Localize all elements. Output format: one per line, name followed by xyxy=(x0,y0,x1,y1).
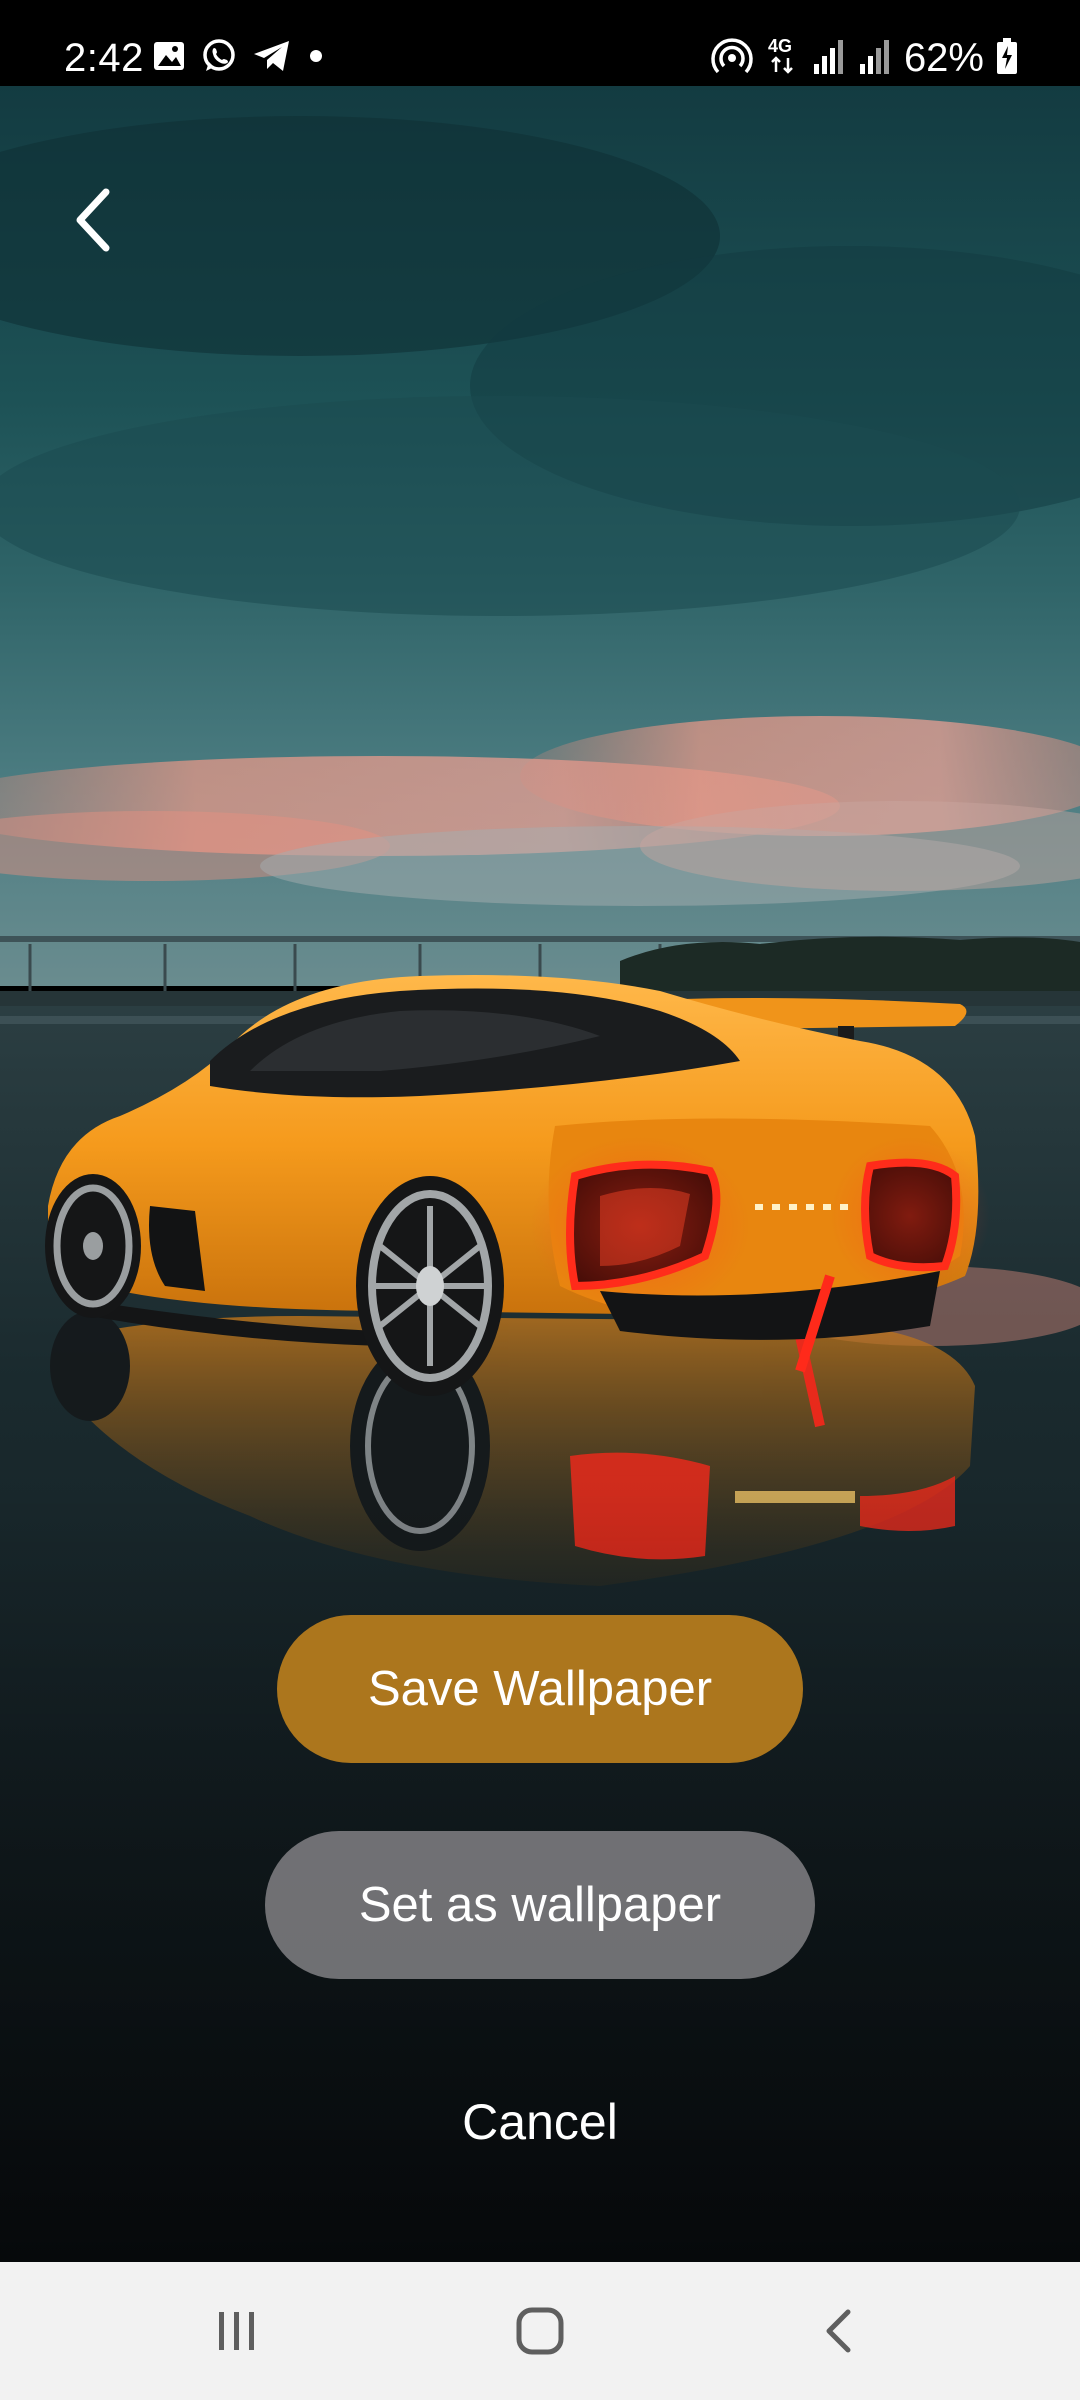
whatsapp-icon xyxy=(200,37,238,80)
save-wallpaper-button[interactable]: Save Wallpaper xyxy=(277,1615,803,1763)
svg-text:4G: 4G xyxy=(768,36,792,56)
system-status-icons: 4G 62% xyxy=(710,36,1018,80)
telegram-icon xyxy=(252,38,292,79)
battery-percent: 62% xyxy=(903,36,984,80)
status-time: 2:42 xyxy=(64,36,144,80)
navigation-bar xyxy=(0,2262,1080,2400)
dot-icon xyxy=(306,38,326,79)
set-as-wallpaper-button[interactable]: Set as wallpaper xyxy=(265,1831,815,1979)
recent-apps-icon[interactable] xyxy=(167,2262,307,2400)
home-icon[interactable] xyxy=(470,2262,610,2400)
back-icon[interactable] xyxy=(770,2262,910,2400)
signal-icon xyxy=(812,36,846,81)
network-4g-icon: 4G xyxy=(766,34,800,83)
battery-charging-icon xyxy=(996,36,1018,81)
hotspot-icon xyxy=(710,34,754,83)
gallery-icon xyxy=(152,39,186,78)
wallpaper-preview-screen: 2:42 4G 62% Save Wallpaper Set as wallpa… xyxy=(0,0,1080,2400)
signal-icon-2 xyxy=(858,36,892,81)
back-arrow-icon[interactable] xyxy=(60,180,130,260)
status-bar: 2:42 4G 62% xyxy=(0,0,1080,86)
cancel-button[interactable]: Cancel xyxy=(400,2074,680,2170)
notification-icons xyxy=(152,38,326,79)
